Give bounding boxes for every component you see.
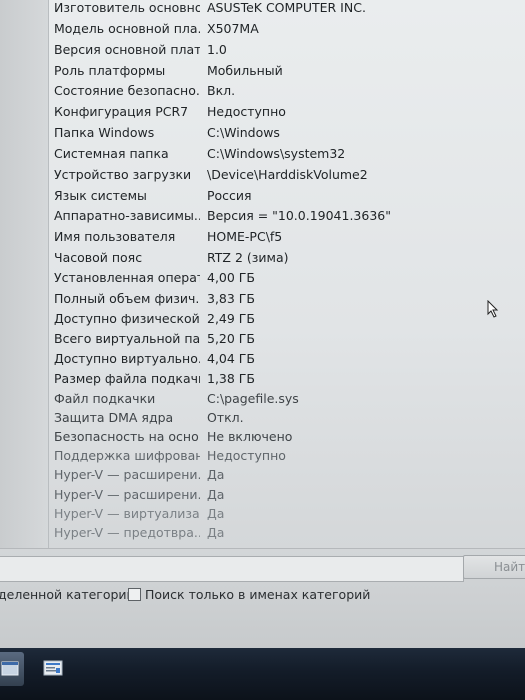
item-value: C:\pagefile.sys: [207, 391, 299, 406]
table-row[interactable]: Файл подкачки C:\pagefile.sys: [49, 388, 525, 409]
item-value: Да: [207, 525, 225, 540]
item-value: 4,00 ГБ: [207, 270, 256, 285]
search-selected-category-option[interactable]: деленной категории: [0, 587, 135, 602]
taskbar-window-button[interactable]: [0, 652, 24, 686]
item-name: Конфигурация PCR7: [54, 104, 189, 119]
table-row[interactable]: Папка Windows C:\Windows: [49, 122, 525, 143]
item-value: 5,20 ГБ: [207, 331, 256, 346]
item-value: HOME-PC\f5: [207, 229, 283, 244]
item-name: Поддержка шифрован...: [54, 448, 200, 463]
table-row[interactable]: Hyper-V — расширени... Да: [49, 484, 525, 505]
item-value: Вкл.: [207, 83, 236, 98]
system-summary-list[interactable]: Изготовитель основно... ASUSTeK COMPUTER…: [48, 0, 525, 548]
item-name: Состояние безопасно...: [54, 83, 200, 98]
item-name: Защита DMA ядра: [54, 410, 174, 425]
item-value: 3,83 ГБ: [207, 291, 256, 306]
category-tree-edge: [0, 0, 48, 548]
item-name: Размер файла подкачки: [54, 371, 200, 386]
search-input[interactable]: [0, 556, 464, 582]
item-name: Модель основной пла...: [54, 21, 200, 36]
system-info-icon: [43, 660, 63, 676]
item-name: Полный объем физич...: [54, 291, 200, 306]
item-value: 1,38 ГБ: [207, 371, 256, 386]
table-row[interactable]: Версия основной платы 1.0: [49, 39, 525, 60]
table-row[interactable]: Доступно виртуально... 4,04 ГБ: [49, 348, 525, 369]
table-row[interactable]: Часовой пояс RTZ 2 (зима): [49, 247, 525, 268]
table-row[interactable]: Установленная операт... 4,00 ГБ: [49, 267, 525, 288]
item-name: Системная папка: [54, 146, 169, 161]
item-name: Файл подкачки: [54, 391, 156, 406]
table-row[interactable]: Системная папка C:\Windows\system32: [49, 143, 525, 164]
item-name: Папка Windows: [54, 125, 155, 140]
table-row[interactable]: Изготовитель основно... ASUSTeK COMPUTER…: [49, 0, 525, 18]
item-value: \Device\HarddiskVolume2: [207, 167, 368, 182]
table-row[interactable]: Состояние безопасно... Вкл.: [49, 80, 525, 101]
table-row[interactable]: Hyper-V — виртуализа... Да: [49, 503, 525, 524]
item-name: Всего виртуальной па...: [54, 331, 200, 346]
item-value: 2,49 ГБ: [207, 311, 256, 326]
item-name: Язык системы: [54, 188, 147, 203]
item-name: Версия основной платы: [54, 42, 200, 57]
item-name: Hyper-V — виртуализа...: [54, 506, 200, 521]
item-value: Да: [207, 467, 225, 482]
table-row[interactable]: Модель основной пла... X507MA: [49, 18, 525, 39]
item-value: C:\Windows\system32: [207, 146, 346, 161]
item-name: Имя пользователя: [54, 229, 176, 244]
table-row[interactable]: Конфигурация PCR7 Недоступно: [49, 101, 525, 122]
find-button[interactable]: Найти: [463, 555, 525, 579]
taskbar: [0, 648, 525, 700]
item-value: Версия = "10.0.19041.3636": [207, 208, 391, 223]
names-only-label: Поиск только в именах категорий: [145, 587, 371, 602]
table-row[interactable]: Устройство загрузки \Device\HarddiskVolu…: [49, 164, 525, 185]
table-row[interactable]: Роль платформы Мобильный: [49, 60, 525, 81]
item-name: Установленная операт...: [54, 270, 200, 285]
item-name: Изготовитель основно...: [54, 0, 200, 15]
system-information-window: Изготовитель основно... ASUSTeK COMPUTER…: [0, 0, 525, 700]
window-icon: [1, 661, 19, 676]
table-row[interactable]: Язык системы Россия: [49, 185, 525, 206]
item-name: Доступно физической ...: [54, 311, 200, 326]
item-name: Роль платформы: [54, 63, 166, 78]
taskbar-system-info-button[interactable]: [36, 652, 70, 686]
table-row[interactable]: Hyper-V — расширени... Да: [49, 464, 525, 485]
item-value: RTZ 2 (зима): [207, 250, 289, 265]
item-name: Безопасность на осно...: [54, 429, 200, 444]
table-row[interactable]: Размер файла подкачки 1,38 ГБ: [49, 368, 525, 389]
item-name: Аппаратно-зависимы...: [54, 208, 200, 223]
table-row[interactable]: Доступно физической ... 2,49 ГБ: [49, 308, 525, 329]
table-row[interactable]: Безопасность на осно... Не включено: [49, 426, 525, 447]
item-value: Недоступно: [207, 448, 286, 463]
table-row[interactable]: Полный объем физич... 3,83 ГБ: [49, 288, 525, 309]
item-value: 4,04 ГБ: [207, 351, 256, 366]
item-name: Доступно виртуально...: [54, 351, 200, 366]
item-value: Россия: [207, 188, 252, 203]
table-row[interactable]: Всего виртуальной па... 5,20 ГБ: [49, 328, 525, 349]
item-value: Да: [207, 487, 225, 502]
table-row[interactable]: Аппаратно-зависимы... Версия = "10.0.190…: [49, 205, 525, 226]
item-value: 1.0: [207, 42, 227, 57]
item-name: Hyper-V — расширени...: [54, 487, 200, 502]
item-value: Откл.: [207, 410, 244, 425]
names-only-checkbox[interactable]: [128, 588, 141, 601]
item-value: Да: [207, 506, 225, 521]
search-selected-category-label: деленной категории: [0, 587, 135, 602]
table-row[interactable]: Поддержка шифрован... Недоступно: [49, 445, 525, 466]
item-name: Hyper-V — расширени...: [54, 467, 200, 482]
search-bar: Найти деленной категории Поиск только в …: [0, 548, 525, 649]
mouse-cursor-icon: [487, 300, 499, 318]
item-name: Hyper-V — предотвра...: [54, 525, 200, 540]
item-value: Недоступно: [207, 104, 286, 119]
table-row[interactable]: Hyper-V — предотвра... Да: [49, 522, 525, 543]
item-value: Не включено: [207, 429, 293, 444]
item-value: X507MA: [207, 21, 259, 36]
item-name: Устройство загрузки: [54, 167, 192, 182]
item-value: Мобильный: [207, 63, 283, 78]
item-value: ASUSTeK COMPUTER INC.: [207, 0, 366, 15]
table-row[interactable]: Защита DMA ядра Откл.: [49, 407, 525, 428]
search-names-only-option[interactable]: Поиск только в именах категорий: [128, 587, 370, 602]
table-row[interactable]: Имя пользователя HOME-PC\f5: [49, 226, 525, 247]
item-value: C:\Windows: [207, 125, 280, 140]
item-name: Часовой пояс: [54, 250, 143, 265]
